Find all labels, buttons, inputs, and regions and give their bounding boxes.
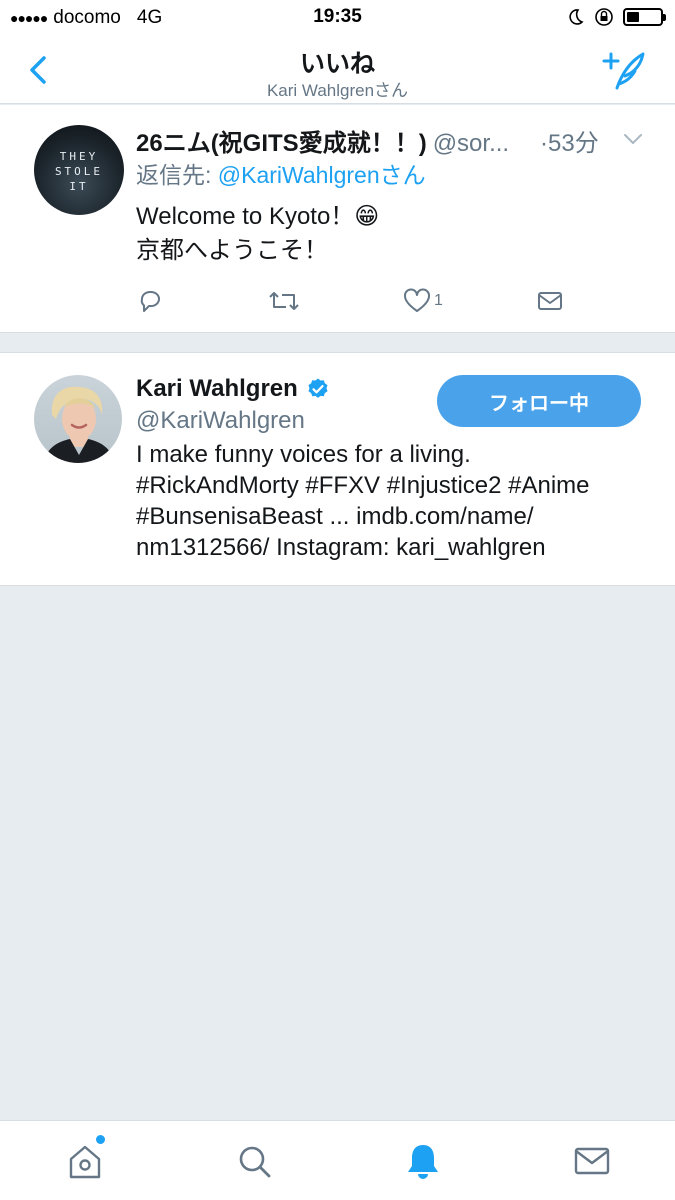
tab-messages[interactable] <box>570 1139 614 1183</box>
chevron-down-icon[interactable] <box>622 131 644 147</box>
tab-bar <box>0 1120 675 1200</box>
nav-bar: いいね Kari Wahlgrenさん <box>0 36 675 104</box>
heart-icon <box>404 288 430 312</box>
tweet-author-handle[interactable]: @sor... <box>433 130 509 157</box>
user-card[interactable]: Kari Wahlgren @KariWahlgren フォロー中 I make… <box>0 352 675 586</box>
compose-tweet-icon[interactable] <box>601 48 647 92</box>
retweet-button[interactable] <box>268 284 300 318</box>
retweet-icon <box>269 292 299 310</box>
verified-badge-icon <box>308 378 328 398</box>
following-button[interactable]: フォロー中 <box>437 375 641 427</box>
status-bar: ●●●●● docomo 4G 19:35 <box>0 0 675 36</box>
reply-icon <box>140 291 160 312</box>
bio-line[interactable]: #RickAndMorty #FFXV #Injustice2 #Anime <box>136 470 656 501</box>
tweet-text: Welcome to Kyoto！😁 京都へようこそ！ <box>136 200 379 268</box>
person-photo-icon <box>44 386 114 463</box>
bio-line[interactable]: nm1312566/ Instagram: kari_wahlgren <box>136 532 656 563</box>
share-dm-button[interactable] <box>536 284 564 318</box>
new-content-dot <box>96 1135 105 1144</box>
reply-context: 返信先: @KariWahlgrenさん <box>136 156 426 190</box>
envelope-icon <box>538 292 562 310</box>
page-title: いいね <box>299 50 375 78</box>
user-bio: I make funny voices for a living. #RickA… <box>136 439 656 563</box>
user-handle: @KariWahlgren <box>136 407 305 434</box>
tweet-text-line: 京都へようこそ！ <box>136 237 328 264</box>
tab-home[interactable] <box>63 1135 107 1183</box>
rotation-lock-icon <box>595 8 613 26</box>
search-icon <box>239 1146 271 1178</box>
home-icon <box>69 1145 101 1179</box>
reply-mention-link[interactable]: @KariWahlgrenさん <box>218 162 426 188</box>
user-avatar[interactable] <box>34 375 122 463</box>
tweet-timestamp: ·53分 <box>540 130 599 157</box>
tab-notifications[interactable] <box>401 1139 445 1183</box>
tweet-author-name[interactable]: 26ニム(祝GITS愛成就！！) <box>136 130 427 157</box>
user-name-row: Kari Wahlgren <box>136 375 330 403</box>
tweet-text-line: Welcome to Kyoto！😁 <box>136 203 380 230</box>
tweet-header: 26ニム(祝GITS愛成就！！) @sor... ·53分 <box>136 123 656 159</box>
reply-button[interactable] <box>136 284 164 318</box>
battery-icon <box>623 8 666 26</box>
like-button[interactable]: 1 <box>402 284 443 318</box>
do-not-disturb-icon <box>569 9 584 25</box>
status-right <box>565 6 666 28</box>
tab-search[interactable] <box>232 1139 276 1183</box>
bio-line[interactable]: #BunsenisaBeast ... imdb.com/name/ <box>136 501 656 532</box>
tweet-avatar[interactable]: THEY STOLE IT <box>34 125 124 215</box>
user-display-name[interactable]: Kari Wahlgren <box>136 375 298 403</box>
tweet-actions: 1 <box>136 284 576 318</box>
avatar-text: THEY STOLE IT <box>54 150 104 193</box>
page-subtitle: Kari Wahlgrenさん <box>266 81 409 100</box>
like-count: 1 <box>434 292 443 309</box>
messages-icon <box>574 1147 610 1175</box>
reply-label: 返信先: <box>136 162 212 188</box>
notifications-icon <box>408 1145 438 1179</box>
bio-line: I make funny voices for a living. <box>136 441 471 468</box>
